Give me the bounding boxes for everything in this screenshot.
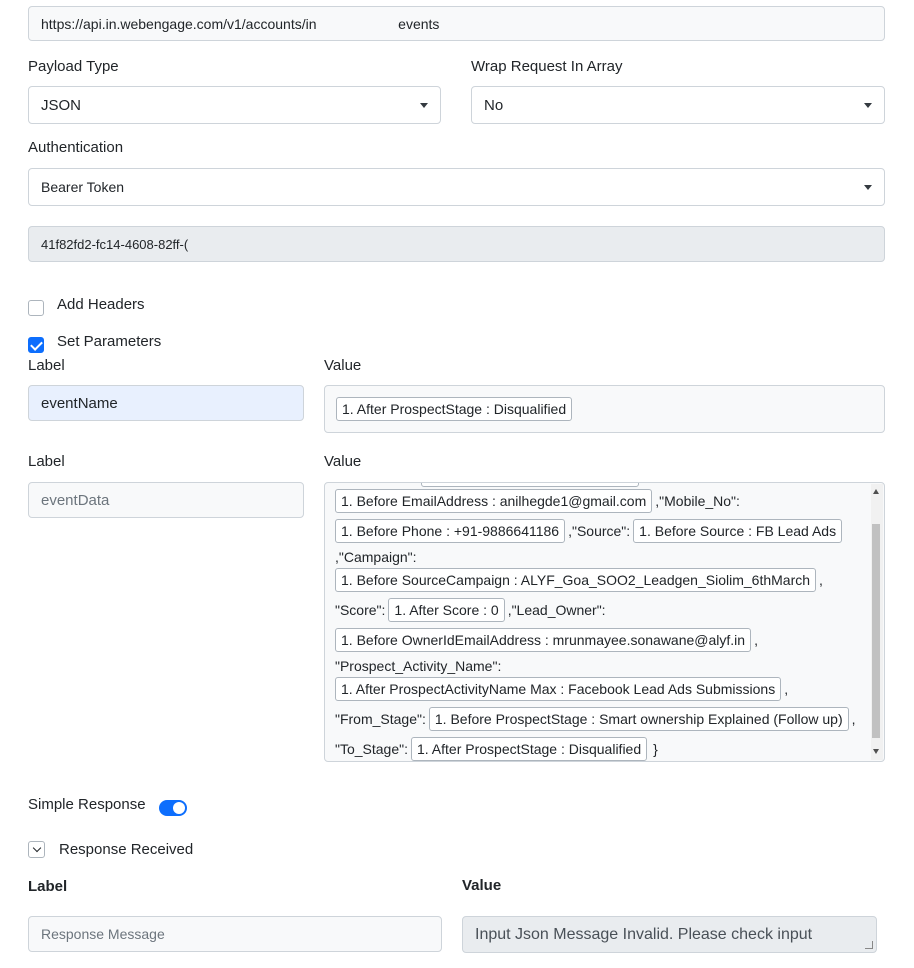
value-text: "Score": — [335, 602, 386, 618]
value-line-3: ,"Campaign": — [335, 546, 870, 568]
scroll-down-icon[interactable] — [873, 749, 879, 754]
resize-handle-icon[interactable] — [865, 941, 873, 949]
value-text: ,"Mobile_No": — [655, 493, 740, 509]
wrap-request-label: Wrap Request In Array — [471, 58, 623, 75]
response-value-caption: Value — [462, 877, 502, 894]
simple-response-label: Simple Response — [28, 796, 146, 813]
response-value-text: Input Json Message Invalid. Please check… — [475, 925, 813, 943]
value-line-1: 1. Before EmailAddress : anilhegde1@gmai… — [335, 489, 870, 513]
set-parameters-label: Set Parameters — [57, 333, 162, 350]
value-text: ,"Campaign": — [335, 549, 417, 565]
value-text: , — [851, 711, 856, 727]
payload-type-select[interactable]: JSON — [28, 86, 441, 124]
value-chip[interactable]: 1. After ProspectStage : Disqualified — [411, 737, 648, 761]
caret-down-icon — [864, 185, 872, 190]
value-line-10: "To_Stage": 1. After ProspectStage : Dis… — [335, 737, 870, 761]
payload-type-label: Payload Type — [28, 58, 119, 75]
value-chip[interactable]: 1. Before Phone : +91-9886641186 — [335, 519, 566, 543]
value-text: "From_Stage": — [335, 711, 426, 727]
set-parameters-checkbox[interactable] — [28, 337, 44, 353]
wrap-request-select[interactable]: No — [471, 86, 885, 124]
response-received-toggle[interactable] — [28, 841, 45, 858]
authentication-select[interactable]: Bearer Token — [28, 168, 885, 206]
value-chip[interactable]: 1. Before SourceCampaign : ALYF_Goa_SOO2… — [335, 568, 817, 592]
value-text: ,"Source": — [568, 523, 631, 539]
scroll-up-icon[interactable] — [873, 489, 879, 494]
param2-value-editor[interactable]: 1. Before EmailAddress : anilhegde1@gmai… — [324, 482, 885, 762]
value-text: } — [653, 741, 658, 757]
response-label-value: Response Message — [41, 926, 165, 942]
authentication-value: Bearer Token — [41, 179, 125, 195]
value-text: , — [819, 572, 823, 588]
editor-scrollbar[interactable] — [871, 484, 883, 760]
param1-value-caption: Value — [324, 357, 362, 374]
param1-value-input[interactable]: 1. After ProspectStage : Disqualified — [324, 385, 885, 433]
bearer-token-input[interactable]: 41f82fd2-fc14-4608-82ff-( — [28, 226, 885, 262]
bearer-token-value: 41f82fd2-fc14-4608-82ff-( — [41, 236, 189, 252]
url-value: https://api.in.webengage.com/v1/accounts… — [41, 15, 440, 32]
param2-value-caption: Value — [324, 453, 362, 470]
value-line-9: "From_Stage": 1. Before ProspectStage : … — [335, 707, 870, 731]
value-line-7: "Prospect_Activity_Name": — [335, 655, 870, 677]
value-text: "To_Stage": — [335, 741, 408, 757]
value-chip[interactable]: 1. After ProspectActivityName Max : Face… — [335, 677, 782, 701]
add-headers-label: Add Headers — [57, 296, 145, 313]
clipped-chip — [421, 483, 639, 487]
value-chip[interactable]: 1. Before OwnerIdEmailAddress : mrunmaye… — [335, 628, 752, 652]
authentication-label: Authentication — [28, 139, 124, 156]
value-chip[interactable]: 1. Before Source : FB Lead Ads — [633, 519, 843, 543]
value-line-6: 1. Before OwnerIdEmailAddress : mrunmaye… — [335, 628, 870, 652]
param2-label-caption: Label — [28, 453, 65, 470]
response-value-textarea[interactable]: Input Json Message Invalid. Please check… — [462, 916, 877, 953]
param2-label-value: eventData — [41, 491, 110, 509]
response-label-caption: Label — [28, 878, 68, 895]
param1-label-input[interactable]: eventName — [28, 385, 304, 421]
param2-label-input[interactable]: eventData — [28, 482, 304, 518]
value-text: ,"Lead_Owner": — [507, 602, 606, 618]
simple-response-toggle[interactable] — [159, 800, 187, 816]
add-headers-checkbox[interactable] — [28, 300, 44, 316]
value-line-8: 1. After ProspectActivityName Max : Face… — [335, 677, 870, 701]
value-chip[interactable]: 1. Before EmailAddress : anilhegde1@gmai… — [335, 489, 653, 513]
payload-type-value: JSON — [41, 96, 82, 114]
wrap-request-value: No — [484, 96, 504, 114]
value-line-4: 1. Before SourceCampaign : ALYF_Goa_SOO2… — [335, 568, 870, 592]
value-chip[interactable]: 1. After Score : 0 — [388, 598, 505, 622]
caret-down-icon — [864, 103, 872, 108]
caret-down-icon — [420, 103, 428, 108]
param1-label-caption: Label — [28, 357, 65, 374]
param1-label-value: eventName — [41, 394, 118, 412]
param1-value-chip[interactable]: 1. After ProspectStage : Disqualified — [336, 397, 573, 421]
response-received-label: Response Received — [59, 841, 194, 858]
value-text: , — [754, 632, 758, 648]
value-text: , — [784, 681, 789, 697]
response-label-input[interactable]: Response Message — [28, 916, 442, 952]
value-line-5: "Score": 1. After Score : 0 ,"Lead_Owner… — [335, 598, 870, 622]
value-text: "Prospect_Activity_Name": — [335, 658, 502, 674]
value-chip[interactable]: 1. Before ProspectStage : Smart ownershi… — [428, 707, 849, 731]
url-input[interactable]: https://api.in.webengage.com/v1/accounts… — [28, 6, 885, 41]
value-line-2: 1. Before Phone : +91-9886641186 ,"Sourc… — [335, 519, 870, 543]
scroll-thumb[interactable] — [872, 524, 880, 738]
